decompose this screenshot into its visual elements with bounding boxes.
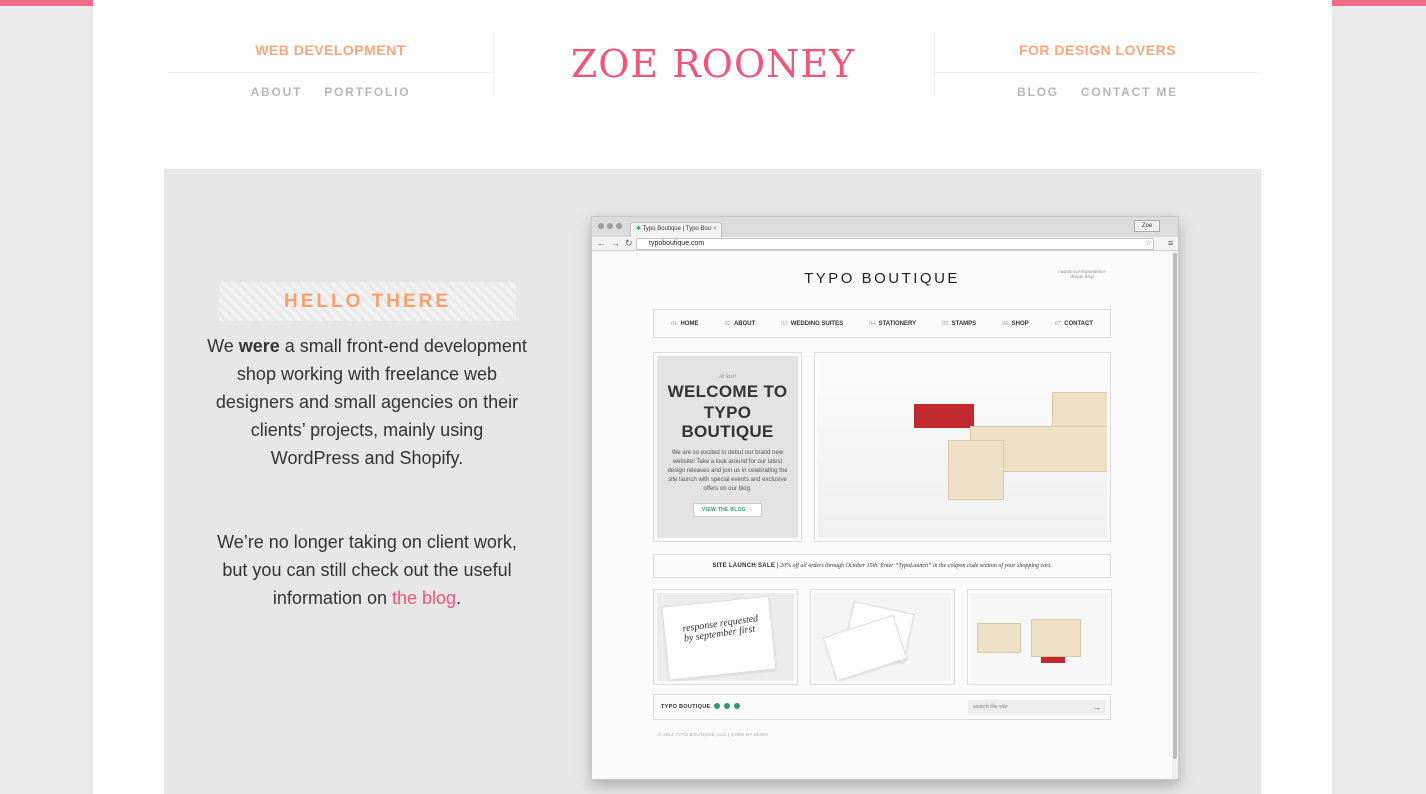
sale-label: SITE LAUNCH SALE (712, 563, 776, 569)
maximize-dot-icon (616, 223, 622, 229)
right-tagline: FOR DESIGN LOVERS (935, 32, 1260, 73)
site-nav: 01. HOME 02. ABOUT 03. WEDDING SUITES 04. ST… (653, 309, 1111, 338)
nav-left: ABOUT PORTFOLIO (168, 85, 493, 99)
blog-stamp: custom correspondence design blog (1052, 270, 1112, 280)
reload-icon: ↻ (625, 238, 633, 248)
nav-right: BLOG CONTACT ME (935, 85, 1260, 99)
nav-portfolio-link[interactable]: PORTFOLIO (324, 85, 410, 99)
site-title: TYPO BOUTIQUE (804, 270, 960, 287)
browser-user-badge: Zoe (1134, 220, 1160, 232)
tab-title: Typo Boutique | Typo Bou (642, 226, 712, 232)
browser-toolbar: ← → ↻ typoboutique.com ☆ ≡ (592, 237, 1178, 251)
welcome-title-line2: TYPO BOUTIQUE (681, 403, 774, 441)
welcome-title-line1: WELCOME TO (667, 382, 788, 401)
stamp-subtext: design blog (1070, 275, 1094, 280)
notice-text: We’re no longer taking on client work, b… (217, 532, 517, 608)
hello-badge: HELLO THERE (219, 282, 516, 321)
tab-close-icon: × (713, 226, 717, 232)
small-stamp-2 (1031, 619, 1081, 657)
scrollbar-thumb (1173, 253, 1177, 759)
site-logo[interactable]: ZOE ROONEY (493, 42, 933, 86)
site-nav-item: 06. SHOP (1002, 320, 1029, 327)
minimize-dot-icon (607, 223, 613, 229)
view-blog-button: VIEW THE BLOG → (693, 503, 762, 517)
stamps-photo (814, 352, 1111, 542)
site-nav-item: 05. STAMPS (942, 320, 977, 327)
welcome-panel: At last! WELCOME TO TYPO BOUTIQUE We are… (653, 352, 802, 542)
red-stamp (914, 404, 974, 428)
browser-tab: ✱ Typo Boutique | Typo Bou × (630, 222, 722, 237)
footer-brand: TYPO BOUTIQUE (661, 704, 711, 710)
left-tagline: WEB DEVELOPMENT (168, 32, 493, 73)
left-accent-stripe (0, 0, 93, 6)
header-left: WEB DEVELOPMENT ABOUT PORTFOLIO (168, 32, 494, 99)
sale-text: 20% off all orders through October 15th.… (780, 563, 1052, 569)
page-container: WEB DEVELOPMENT ABOUT PORTFOLIO ZOE ROON… (93, 0, 1332, 794)
white-card-front (822, 614, 908, 681)
site-nav-item: 01. HOME (670, 320, 699, 327)
site-nav-item: 03. WEDDING SUITES (781, 320, 844, 327)
thumb-invitation: response requested by september first (653, 589, 798, 685)
blog-link[interactable]: the blog (392, 588, 456, 608)
sale-separator: | (776, 563, 779, 569)
browser-nav-buttons: ← → ↻ (597, 238, 633, 249)
site-footer: TYPO BOUTIQUE search the site → (653, 694, 1111, 720)
site-nav-item: 04. STATIONERY (869, 320, 917, 327)
search-arrow-icon: → (1093, 703, 1101, 712)
header-right: FOR DESIGN LOVERS BLOG CONTACT ME (934, 32, 1260, 99)
site-nav-item: 07. CONTACT (1054, 320, 1094, 327)
welcome-body: We are so excited to debut our brand new… (667, 450, 788, 492)
thumb-cards (810, 589, 955, 685)
site-preview: TYPO BOUTIQUE custom correspondence desi… (592, 251, 1174, 779)
browser-menu-icon: ≡ (1168, 238, 1174, 248)
stamp-block-front (948, 440, 1004, 500)
welcome-at-last: At last! (718, 374, 737, 380)
search-placeholder: search the site (973, 704, 1008, 710)
pinterest-icon (714, 703, 720, 709)
thumb-stamps (967, 589, 1112, 685)
browser-scrollbar (1172, 251, 1178, 779)
browser-tab-strip: ✱ Typo Boutique | Typo Bou × Zoe (592, 217, 1178, 237)
forward-icon: → (611, 238, 620, 248)
nav-blog-link[interactable]: BLOG (1017, 85, 1059, 99)
small-stamp-1 (977, 623, 1021, 653)
site-nav-item: 02. ABOUT (724, 320, 756, 327)
right-accent-stripe (1332, 0, 1426, 6)
small-red-stamp (1041, 657, 1065, 663)
browser-screenshot: ✱ Typo Boutique | Typo Bou × Zoe ← → ↻ t… (591, 216, 1179, 780)
intro-text: We were a small front-end development sh… (207, 336, 527, 468)
window-controls (598, 223, 622, 229)
hero-section: HELLO THERE We were a small front-end de… (164, 169, 1261, 794)
close-dot-icon (598, 223, 604, 229)
address-bar: typoboutique.com (636, 238, 1154, 250)
nav-about-link[interactable]: ABOUT (251, 85, 303, 99)
back-icon: ← (597, 238, 606, 248)
nav-contact-link[interactable]: CONTACT ME (1081, 85, 1178, 99)
social-icons (714, 703, 740, 709)
bookmark-star-icon: ☆ (1145, 238, 1153, 247)
intro-bold-word: were (238, 336, 280, 356)
sale-banner: SITE LAUNCH SALE | 20% off all orders th… (653, 554, 1111, 578)
instagram-icon (734, 703, 740, 709)
site-copyright: © 2014 TYPO BOUTIQUE, LLC | CODE BY ZEWO (658, 732, 769, 737)
favicon-icon: ✱ (636, 226, 642, 232)
twitter-icon (724, 703, 730, 709)
site-search: search the site → (968, 700, 1106, 715)
